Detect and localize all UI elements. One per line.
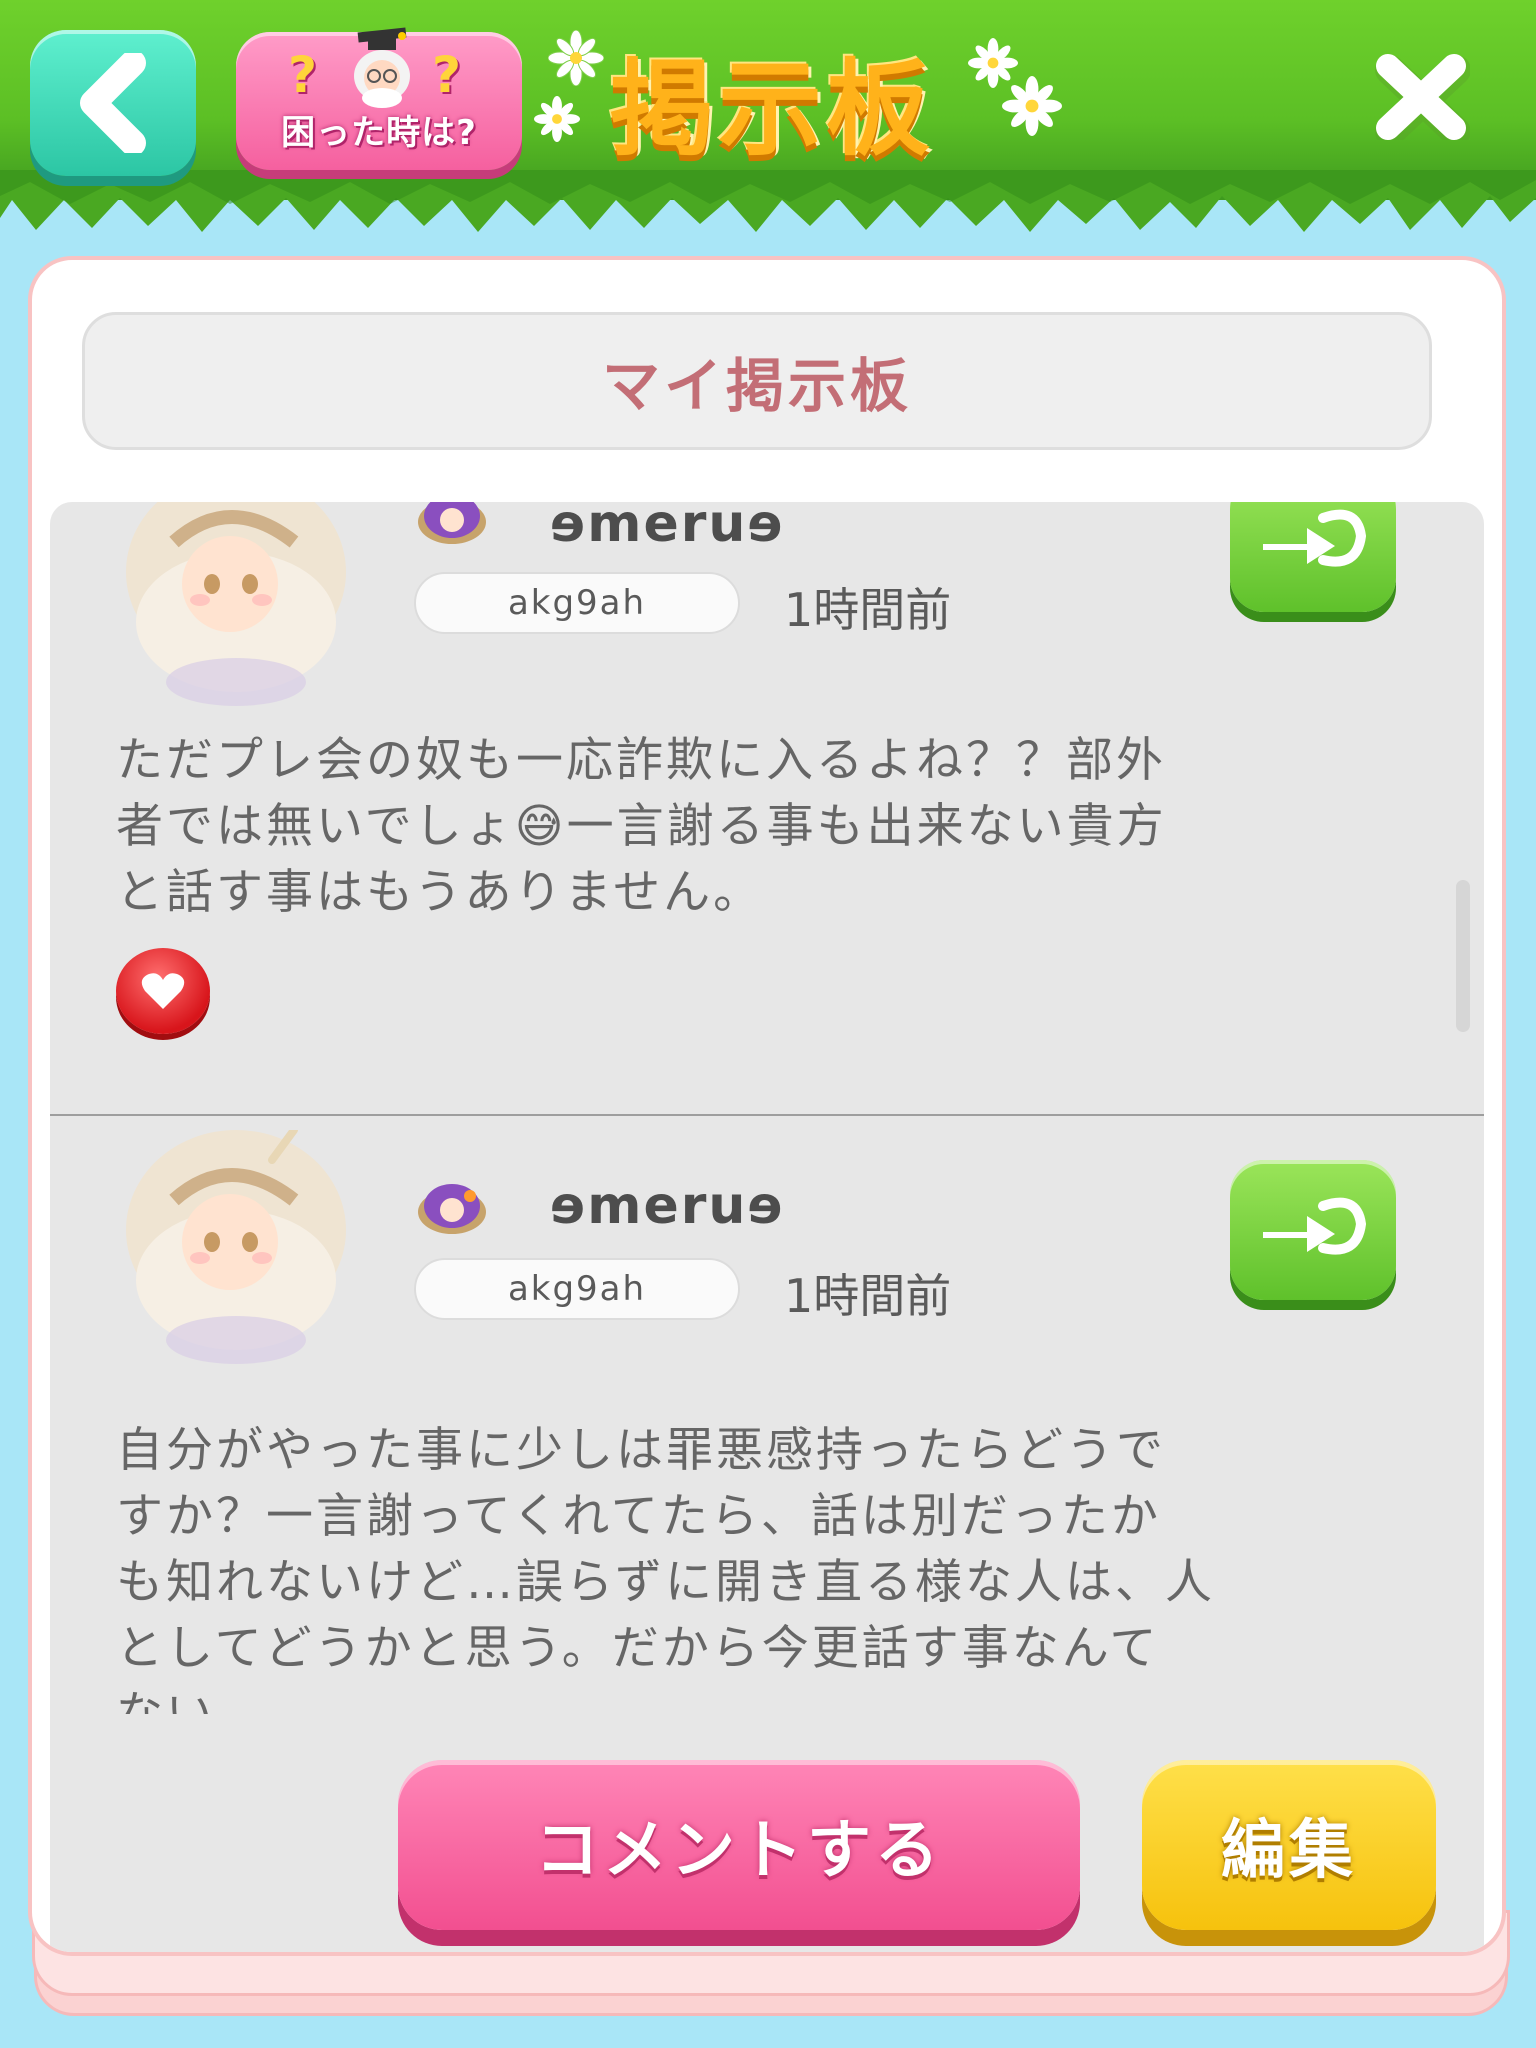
professor-icon — [354, 27, 410, 108]
board-title-box: マイ掲示板 — [82, 312, 1432, 450]
post-time: 1時間前 — [784, 583, 952, 637]
grass-fringe — [0, 170, 1536, 232]
list-item: ɘmeruɘ akg9ah 1時間前 ただプレ会の奴も一応詐欺に入るよね？？部外… — [50, 502, 1484, 1114]
chevron-left-icon — [80, 53, 146, 153]
flower-decoration-icon — [534, 96, 580, 142]
close-icon[interactable] — [1372, 54, 1470, 140]
help-question-mark-left: ? — [288, 46, 318, 104]
edit-button[interactable]: 編集 — [1142, 1760, 1436, 1930]
page-title: 掲示板 — [610, 48, 935, 170]
avatar[interactable] — [104, 502, 368, 708]
post-username: ɘmeruɘ — [550, 1176, 785, 1236]
follow-arrow-icon — [1263, 509, 1367, 567]
post-body: ただプレ会の奴も一応詐欺に入るよね？？部外 者では無いでしょ😅一言謝る事も出来な… — [116, 733, 1167, 920]
back-button[interactable] — [30, 30, 196, 176]
heart-icon — [141, 973, 185, 1009]
help-button[interactable]: ? ? 困った時は? — [236, 27, 522, 170]
edit-button-label: 編集 — [1221, 1814, 1357, 1888]
flower-decoration-icon — [548, 30, 604, 86]
help-label: 困った時は? — [281, 113, 477, 153]
avatar[interactable] — [104, 1130, 368, 1366]
avatar-badge-icon — [418, 1184, 486, 1234]
flower-decoration-icon — [1002, 76, 1062, 136]
follow-arrow-icon — [1263, 1197, 1367, 1255]
follow-button[interactable] — [1230, 502, 1396, 612]
avatar-badge-icon — [418, 502, 486, 544]
header-bar: ? ? 困った時は? 掲示板 — [0, 0, 1536, 250]
post-body: 自分がやった事に少しは罪悪感持ったらどうで すか？一言謝ってくれてたら、話は別だ… — [116, 1423, 1216, 1714]
follow-button[interactable] — [1230, 1160, 1396, 1300]
board-title: マイ掲示板 — [601, 352, 912, 420]
post-user-id: akg9ah — [414, 1258, 740, 1320]
board-panel: マイ掲示板 ɘmeruɘ akg9ah 1時間前 ただプレ会の奴も一応詐欺に入る… — [28, 256, 1506, 1956]
post-username: ɘmeruɘ — [550, 502, 785, 554]
comment-button-label: コメントする — [535, 1814, 943, 1888]
help-question-mark-right: ? — [432, 46, 462, 104]
like-button[interactable] — [116, 948, 210, 1034]
post-list[interactable]: ɘmeruɘ akg9ah 1時間前 ただプレ会の奴も一応詐欺に入るよね？？部外… — [50, 502, 1484, 1952]
comment-button[interactable]: コメントする — [398, 1760, 1080, 1930]
post-user-id: akg9ah — [414, 572, 740, 634]
post-time: 1時間前 — [784, 1269, 952, 1323]
